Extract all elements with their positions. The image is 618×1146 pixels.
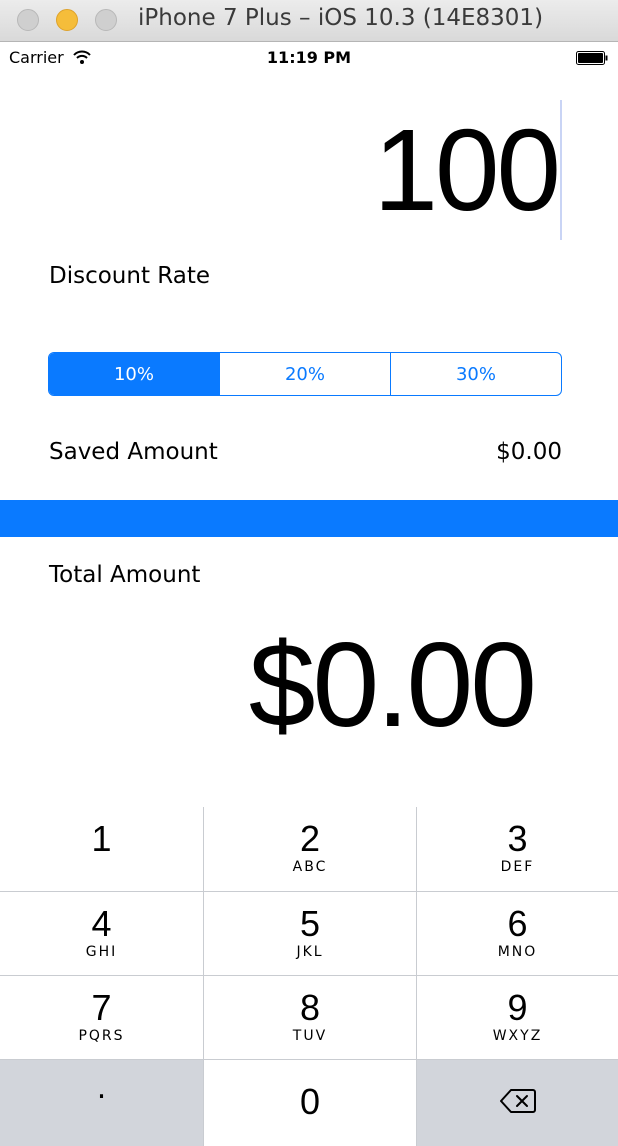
key-8[interactable]: 8 TUV [204, 976, 416, 1059]
window-title: iPhone 7 Plus – iOS 10.3 (14E8301) [138, 5, 544, 31]
amount-input-value: 100 [373, 105, 561, 235]
status-bar: Carrier 11:19 PM [0, 42, 618, 74]
close-window-button[interactable] [17, 9, 39, 31]
divider-bar [0, 500, 618, 537]
zoom-window-button[interactable] [95, 9, 117, 31]
key-decimal-label: . [96, 1071, 107, 1106]
number-keypad: 1 2 ABC 3 DEF 4 GHI 5 JKL 6 MNO 7 PQRS 8… [0, 807, 618, 1146]
key-digit: 8 [299, 987, 321, 1028]
key-6[interactable]: 6 MNO [417, 892, 618, 975]
key-letters: ABC [292, 859, 328, 875]
key-letters: GHI [85, 944, 118, 960]
key-letters: JKL [296, 944, 324, 960]
key-letters: DEF [500, 859, 535, 875]
simulator-title-bar: iPhone 7 Plus – iOS 10.3 (14E8301) [0, 0, 618, 42]
key-letters: MNO [497, 944, 538, 960]
key-digit: 1 [91, 818, 112, 859]
backspace-icon [499, 1089, 536, 1113]
total-amount-value: $0.00 [248, 618, 537, 752]
key-2[interactable]: 2 ABC [204, 807, 416, 891]
key-letters: WXYZ [492, 1028, 543, 1044]
text-cursor [560, 100, 562, 240]
key-1[interactable]: 1 [0, 807, 203, 891]
amount-input[interactable]: 100 [280, 100, 562, 240]
discount-rate-label: Discount Rate [49, 263, 211, 289]
key-delete[interactable] [417, 1060, 618, 1146]
key-letters: PQRS [78, 1028, 125, 1044]
key-7[interactable]: 7 PQRS [0, 976, 203, 1059]
key-digit: 2 [299, 818, 321, 859]
key-3[interactable]: 3 DEF [417, 807, 618, 891]
key-digit: 9 [507, 987, 528, 1028]
key-digit: 4 [91, 903, 112, 944]
key-9[interactable]: 9 WXYZ [417, 976, 618, 1059]
battery-icon [576, 51, 608, 65]
key-digit: 7 [91, 987, 112, 1028]
key-0[interactable]: 0 [204, 1060, 416, 1146]
status-time: 11:19 PM [266, 48, 352, 67]
saved-amount-label: Saved Amount [49, 439, 218, 465]
discount-option-20[interactable]: 20% [219, 353, 390, 395]
key-digit: 5 [299, 903, 321, 944]
key-5[interactable]: 5 JKL [204, 892, 416, 975]
discount-segmented-control[interactable]: 10% 20% 30% [48, 352, 562, 396]
key-digit: 0 [299, 1081, 321, 1122]
discount-option-30[interactable]: 30% [390, 353, 561, 395]
key-decimal[interactable]: . [0, 1060, 203, 1146]
minimize-window-button[interactable] [56, 9, 78, 31]
key-digit: 6 [507, 903, 528, 944]
total-amount-label: Total Amount [49, 562, 201, 588]
key-digit: 3 [507, 818, 528, 859]
saved-amount-value: $0.00 [496, 439, 562, 465]
discount-option-10[interactable]: 10% [49, 353, 219, 395]
key-4[interactable]: 4 GHI [0, 892, 203, 975]
key-letters: TUV [292, 1028, 328, 1044]
